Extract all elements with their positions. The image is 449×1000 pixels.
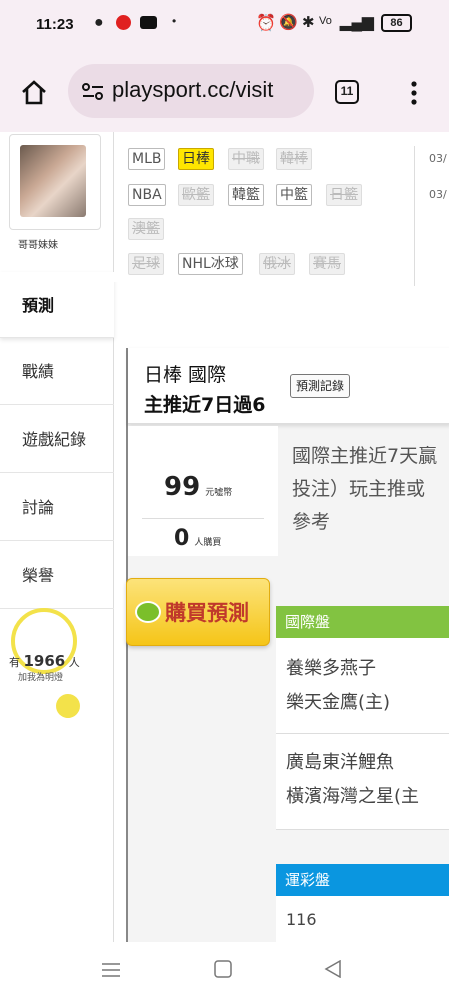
fan-prefix: 有 [9,656,20,669]
game-teams: 廣島東洋鯉魚 橫濱海灣之星(主 [286,746,419,814]
league-tag-nhl[interactable]: NHL冰球 [178,253,243,275]
alarm-icon: ⏰ [256,15,276,32]
lightbulb-base-icon [51,689,84,722]
sidebar-item-honors[interactable]: 榮譽 [0,542,114,609]
sidebar-item-record[interactable]: 戰績 [0,338,114,405]
divider [142,518,264,519]
sidebar-item-discussion[interactable]: 討論 [0,474,114,541]
game-teams: 養樂多燕子 樂天金鷹(主) [286,652,390,720]
chat-notification-icon: ● [94,14,104,31]
price-unit: 元噓幣 [205,488,233,498]
date-label: 03/ [429,188,447,201]
more-menu-icon[interactable] [409,80,419,106]
price-box: 99 元噓幣 0 人購買 [128,426,278,556]
league-tag-kbo[interactable]: 韓棒 [276,148,312,170]
league-tag-npb[interactable]: 日棒 [178,148,214,170]
profile-card[interactable] [9,134,101,230]
buy-prediction-button[interactable]: 購買預測 [126,578,270,646]
league-tag-horse-racing[interactable]: 賽馬 [309,253,345,275]
youtube-icon [140,16,157,29]
league-tag-kbl[interactable]: 韓籃 [228,184,264,206]
battery-icon: 86 [381,14,412,32]
browser-toolbar: playsport.cc/visit 11 [0,52,449,132]
league-tag-mlb[interactable]: MLB [128,148,166,170]
fan-number: 1966 [23,652,66,670]
lottery-line-header: 運彩盤 [276,864,449,896]
signal-icon: ▂▄▆ [340,14,374,31]
sidebar: 哥哥妹妹 預測 戰績 遊戲紀錄 討論 榮譽 有 1966 人 加我為明燈 [0,132,114,942]
away-team: 廣島東洋鯉魚 [286,752,394,773]
home-team: 樂天金鷹(主) [286,692,391,713]
description-line: 參考 [292,511,331,533]
league-filter: MLB 日棒 中職 韓棒 NBA 歐籃 韓籃 中籃 日籃 澳籃 足球 NHL冰球… [114,132,449,286]
league-tag-sbl[interactable]: 中籃 [276,184,312,206]
buyers-unit: 人購買 [194,538,222,548]
lottery-row[interactable]: 116 [276,896,449,942]
prediction-subtitle: 主推近7日過6 [144,394,266,416]
league-tag-b-league[interactable]: 日籃 [326,184,362,206]
recent-apps-icon[interactable] [102,962,120,978]
home-team: 橫濱海灣之星(主 [286,786,420,807]
divider [414,146,415,286]
fan-count[interactable]: 有 1966 人 [9,652,80,670]
league-tag-nbl[interactable]: 澳籃 [128,218,164,240]
page-content: 哥哥妹妹 預測 戰績 遊戲紀錄 討論 榮譽 有 1966 人 加我為明燈 MLB… [0,132,449,942]
address-bar[interactable]: playsport.cc/visit [68,64,314,118]
buyers: 0 人購買 [174,526,221,551]
prediction-title: 日棒 國際 [144,364,227,386]
sidebar-item-predictions[interactable]: 預測 [0,272,114,338]
app-notification-icon [116,15,131,30]
game-row[interactable]: 養樂多燕子 樂天金鷹(主) [276,638,449,734]
game-row[interactable]: 廣島東洋鯉魚 橫濱海灣之星(主 [276,734,449,830]
away-team: 養樂多燕子 [286,658,376,679]
system-navigation-bar [0,942,449,1000]
sidebar-item-game-history[interactable]: 遊戲紀錄 [0,406,114,473]
date-label: 03/ [429,152,447,165]
price: 99 元噓幣 [164,472,232,502]
status-time: 11:23 [36,16,74,33]
intl-line-header: 國際盤 [276,606,449,638]
site-settings-icon[interactable] [82,83,104,101]
lottery-value: 116 [286,910,317,929]
prediction-record-button[interactable]: 預測記錄 [290,374,351,398]
description-line: 國際主推近7天贏 [292,445,438,467]
bluetooth-icon: ✱ [302,14,315,31]
fan-suffix: 人 [68,656,80,669]
league-tag-khl[interactable]: 俄冰 [259,253,295,275]
home-nav-icon[interactable] [214,960,232,978]
status-bar: 11:23 ● • ⏰ 🔕 ✱ Vo ▂▄▆ 86 [0,0,449,52]
url-text[interactable]: playsport.cc/visit [112,77,273,103]
home-icon[interactable] [20,80,48,106]
buyers-count: 0 [174,526,190,551]
price-value: 99 [164,472,201,502]
prediction-header: 日棒 國際 主推近7日過6 預測記錄 [128,348,449,424]
volte-icon: Vo [319,15,332,27]
back-icon[interactable] [324,960,342,978]
profile-name[interactable]: 哥哥妹妹 [18,236,58,251]
buy-prediction-label: 購買預測 [165,601,249,625]
league-tag-nba[interactable]: NBA [128,184,166,206]
prediction-description: 國際主推近7天贏 投注）玩主推或 參考 [292,440,449,539]
more-notifications-icon: • [172,14,177,28]
league-tag-cpbl[interactable]: 中職 [228,148,264,170]
tab-switcher-button[interactable]: 11 [335,80,359,104]
mute-icon: 🔕 [279,14,298,31]
avatar[interactable] [20,145,86,217]
coin-icon [135,601,161,623]
league-tag-euro-basketball[interactable]: 歐籃 [178,184,214,206]
league-tag-soccer[interactable]: 足球 [128,253,164,275]
fan-caption[interactable]: 加我為明燈 [18,670,63,683]
description-line: 投注）玩主推或 [292,478,426,500]
